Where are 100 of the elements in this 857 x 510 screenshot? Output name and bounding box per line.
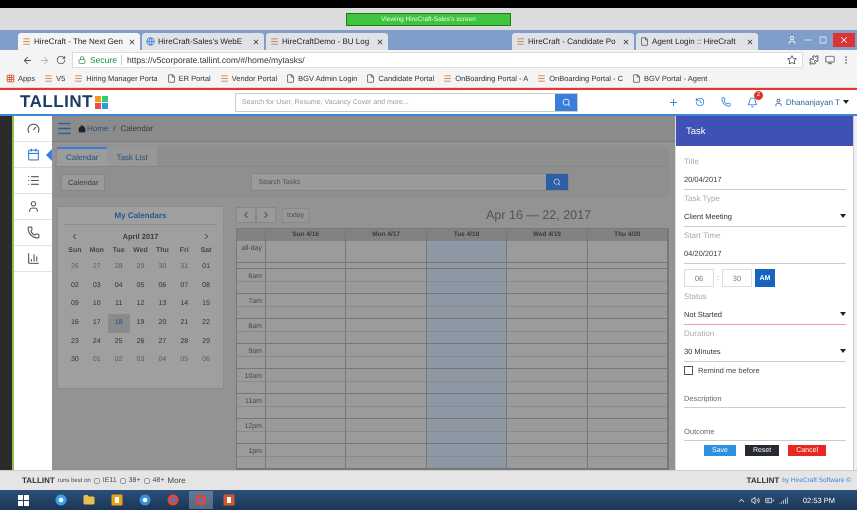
close-icon[interactable] <box>252 38 260 46</box>
previous-icon[interactable] <box>70 232 79 241</box>
time-slot[interactable] <box>346 332 427 344</box>
search-button[interactable] <box>555 94 577 110</box>
phone-icon[interactable] <box>720 97 731 107</box>
all-day-slot[interactable] <box>588 241 668 263</box>
time-slot[interactable] <box>426 282 508 294</box>
browser-tab[interactable]: HireCraft-Sales's WebE <box>142 33 264 50</box>
close-icon[interactable] <box>376 38 384 46</box>
time-slot[interactable] <box>507 344 588 356</box>
browser-tab[interactable]: HireCraftDemo - BU Log <box>266 33 388 50</box>
time-slot[interactable] <box>588 306 668 319</box>
address-field[interactable]: Secure https://v5corporate.tallint.com/#/home/mytasks/ <box>72 52 803 68</box>
close-icon[interactable] <box>746 38 754 46</box>
time-slot[interactable] <box>507 394 588 406</box>
time-slot[interactable] <box>266 294 346 306</box>
time-slot[interactable] <box>346 456 427 469</box>
all-day-slot[interactable] <box>346 241 427 263</box>
time-slot[interactable] <box>588 369 668 382</box>
checkbox[interactable] <box>684 366 693 375</box>
time-slot[interactable] <box>426 369 508 382</box>
time-slot[interactable] <box>266 344 346 356</box>
time-slot[interactable] <box>588 394 668 406</box>
time-slot[interactable] <box>507 294 588 306</box>
maximize-icon[interactable] <box>819 36 827 44</box>
time-slot[interactable] <box>266 369 346 382</box>
time-slot[interactable] <box>507 382 588 394</box>
time-slot[interactable] <box>346 282 427 294</box>
time-slot[interactable] <box>266 419 346 432</box>
meeting-app-icon[interactable] <box>139 494 151 506</box>
time-slot[interactable] <box>266 432 346 444</box>
time-slot[interactable] <box>266 382 346 394</box>
time-slot[interactable] <box>588 406 668 419</box>
all-day-slot[interactable] <box>507 241 588 263</box>
time-slot[interactable] <box>266 406 346 419</box>
mail-app-icon[interactable] <box>111 494 123 506</box>
time-slot[interactable] <box>588 444 668 456</box>
time-slot[interactable] <box>266 319 346 332</box>
browser-tab[interactable]: HireCraft - The Next Gen <box>18 33 140 50</box>
time-slot[interactable] <box>507 319 588 332</box>
time-slot[interactable] <box>346 394 427 406</box>
extension-icon[interactable] <box>809 55 819 65</box>
time-slot[interactable] <box>346 419 427 432</box>
time-slot[interactable] <box>588 419 668 432</box>
time-slot[interactable] <box>426 456 508 469</box>
time-slot[interactable] <box>346 344 427 356</box>
folder-icon[interactable] <box>83 494 95 506</box>
time-slot[interactable] <box>266 456 346 469</box>
battery-icon[interactable] <box>764 496 774 504</box>
start-icon[interactable] <box>18 494 29 506</box>
star-icon[interactable] <box>787 55 797 65</box>
time-slot[interactable] <box>346 369 427 382</box>
time-slot[interactable] <box>346 444 427 456</box>
notification-icon[interactable] <box>746 96 758 108</box>
extension-icon[interactable] <box>825 55 835 65</box>
time-slot[interactable] <box>507 282 588 294</box>
scrollbar[interactable] <box>853 116 857 470</box>
time-slot[interactable] <box>426 294 508 306</box>
time-slot[interactable] <box>426 406 508 419</box>
time-slot[interactable] <box>588 344 668 356</box>
time-slot[interactable] <box>426 306 508 319</box>
next-button[interactable] <box>256 207 276 223</box>
time-slot[interactable] <box>346 319 427 332</box>
more-link[interactable]: More <box>167 476 186 485</box>
forward-icon[interactable] <box>39 54 50 66</box>
time-slot[interactable] <box>346 269 427 282</box>
time-slot[interactable] <box>507 269 588 282</box>
browser-tab[interactable]: Agent Login :: HireCraft <box>636 33 758 50</box>
tab[interactable]: Task List <box>107 147 157 166</box>
time-slot[interactable] <box>507 406 588 419</box>
browser-tab[interactable]: HireCraft - Candidate Po <box>512 33 634 50</box>
volume-icon[interactable] <box>750 496 760 504</box>
time-slot[interactable] <box>588 282 668 294</box>
time-slot[interactable] <box>266 356 346 369</box>
slides-app-icon[interactable] <box>223 494 235 506</box>
time-slot[interactable] <box>266 306 346 319</box>
time-slot[interactable] <box>588 432 668 444</box>
history-icon[interactable] <box>694 97 705 107</box>
back-icon[interactable] <box>22 54 33 66</box>
time-slot[interactable] <box>507 356 588 369</box>
browser-icon[interactable] <box>55 494 67 506</box>
time-slot[interactable] <box>507 306 588 319</box>
all-day-slot[interactable] <box>266 241 346 263</box>
time-slot[interactable] <box>588 294 668 306</box>
time-slot[interactable] <box>588 456 668 469</box>
time-slot[interactable] <box>507 332 588 344</box>
time-slot[interactable] <box>266 282 346 294</box>
time-slot[interactable] <box>588 269 668 282</box>
time-slot[interactable] <box>507 369 588 382</box>
time-slot[interactable] <box>426 319 508 332</box>
time-slot[interactable] <box>346 406 427 419</box>
time-slot[interactable] <box>588 319 668 332</box>
time-slot[interactable] <box>426 269 508 282</box>
previous-button[interactable] <box>236 207 256 223</box>
reload-icon[interactable] <box>56 55 66 65</box>
time-slot[interactable] <box>507 432 588 444</box>
time-slot[interactable] <box>507 456 588 469</box>
time-slot[interactable] <box>426 432 508 444</box>
time-slot[interactable] <box>426 344 508 356</box>
time-slot[interactable] <box>588 332 668 344</box>
